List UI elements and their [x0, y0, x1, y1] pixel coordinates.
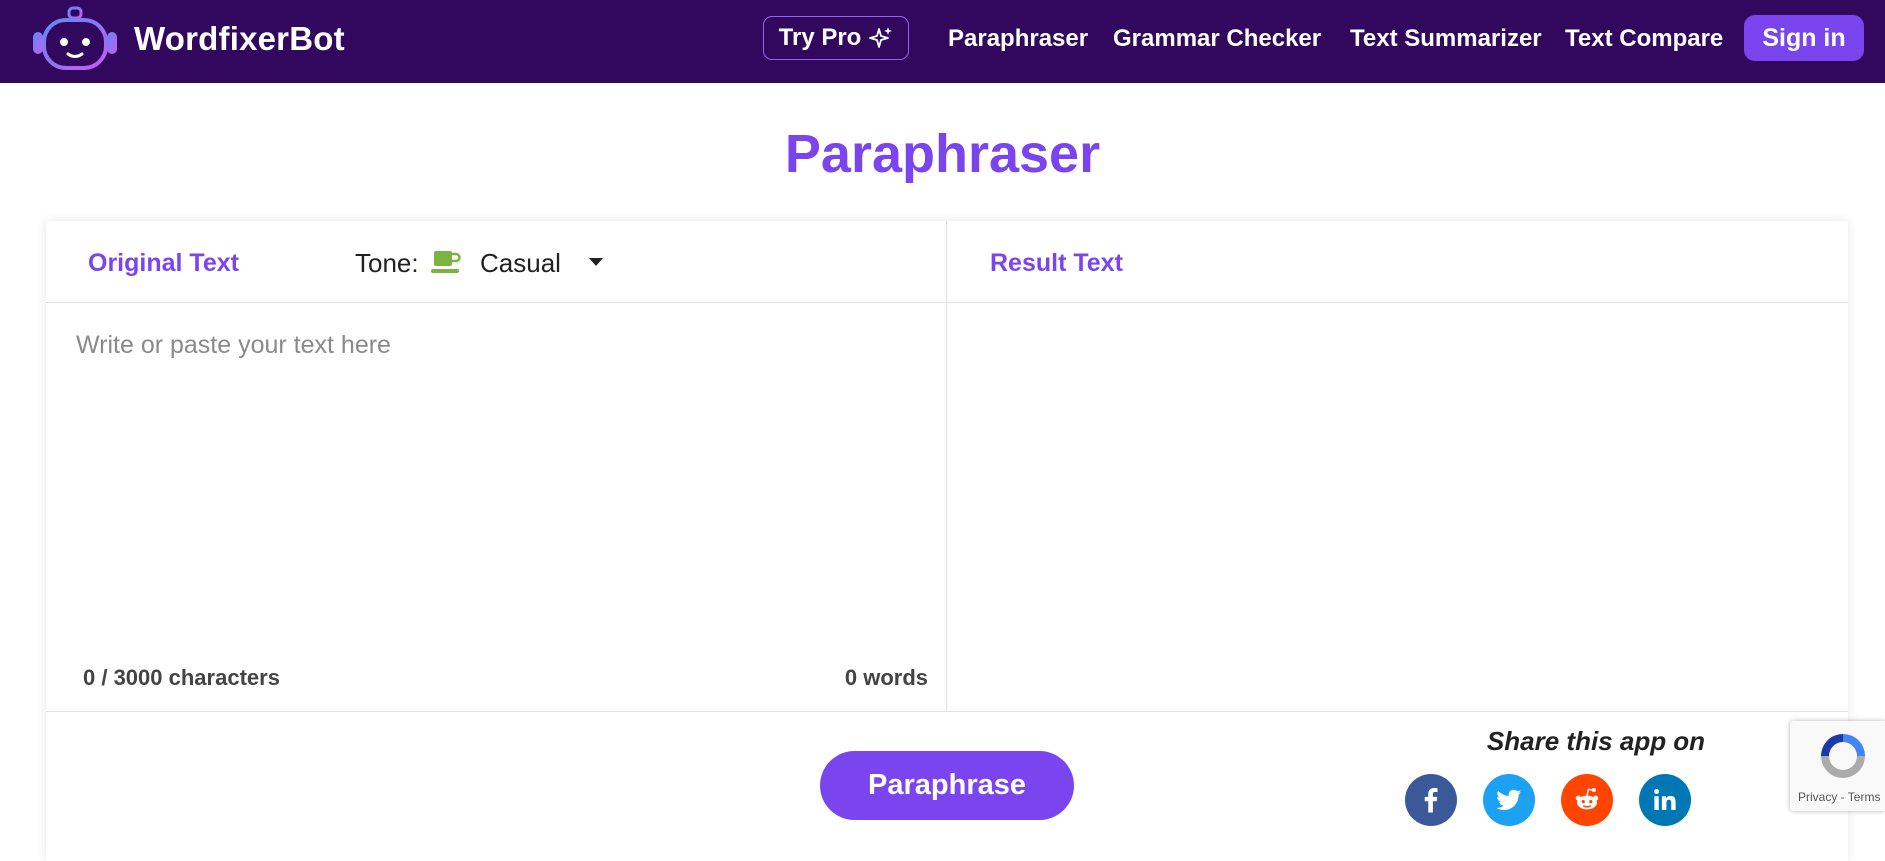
- nav-link-grammar-checker[interactable]: Grammar Checker: [1113, 18, 1321, 60]
- paraphrase-button[interactable]: Paraphrase: [820, 751, 1074, 820]
- recaptcha-separator: -: [1837, 790, 1848, 804]
- paraphraser-card: Original Text Tone: Casual Result Text 0…: [46, 221, 1848, 861]
- sign-in-button[interactable]: Sign in: [1744, 15, 1864, 61]
- character-counter: 0 / 3000 characters: [83, 665, 280, 690]
- result-text-output[interactable]: [947, 303, 1848, 711]
- page-title: Paraphraser: [784, 124, 1101, 184]
- brand-name[interactable]: WordfixerBot: [134, 18, 345, 60]
- nav-link-paraphraser[interactable]: Paraphraser: [948, 18, 1088, 60]
- recaptcha-terms-link[interactable]: Terms: [1848, 790, 1881, 804]
- tone-select-value[interactable]: Casual: [480, 245, 561, 281]
- nav-link-text-compare[interactable]: Text Compare: [1565, 18, 1723, 60]
- recaptcha-icon: [1821, 734, 1865, 778]
- facebook-share-button[interactable]: [1405, 774, 1457, 826]
- nav-link-text-summarizer[interactable]: Text Summarizer: [1350, 18, 1542, 60]
- twitter-share-button[interactable]: [1483, 774, 1535, 826]
- robot-logo-icon[interactable]: [30, 6, 120, 74]
- coffee-cup-icon[interactable]: [431, 249, 463, 275]
- original-text-input[interactable]: [76, 331, 916, 631]
- share-title: Share this app on: [1486, 726, 1706, 756]
- reddit-share-button[interactable]: [1561, 774, 1613, 826]
- result-text-title: Result Text: [990, 249, 1123, 277]
- try-pro-button[interactable]: Try Pro: [763, 16, 909, 60]
- linkedin-share-button[interactable]: [1639, 774, 1691, 826]
- try-pro-label: Try Pro: [778, 24, 862, 51]
- chevron-down-icon[interactable]: [588, 257, 604, 267]
- linkedin-icon: [1654, 789, 1676, 810]
- recaptcha-privacy-link[interactable]: Privacy: [1798, 790, 1837, 804]
- footer-divider: [46, 711, 1848, 712]
- recaptcha-badge[interactable]: Privacy - Terms: [1790, 721, 1885, 811]
- tone-label: Tone:: [355, 248, 419, 278]
- facebook-icon: [1424, 788, 1438, 813]
- reddit-icon: [1575, 788, 1599, 810]
- twitter-icon: [1496, 789, 1522, 810]
- top-navigation-bar: WordfixerBot Try Pro Paraphraser Grammar…: [0, 0, 1885, 83]
- sparkle-icon: [869, 27, 893, 48]
- recaptcha-links: Privacy - Terms: [1798, 790, 1880, 804]
- word-counter: 0 words: [844, 665, 928, 690]
- original-text-title: Original Text: [88, 249, 239, 277]
